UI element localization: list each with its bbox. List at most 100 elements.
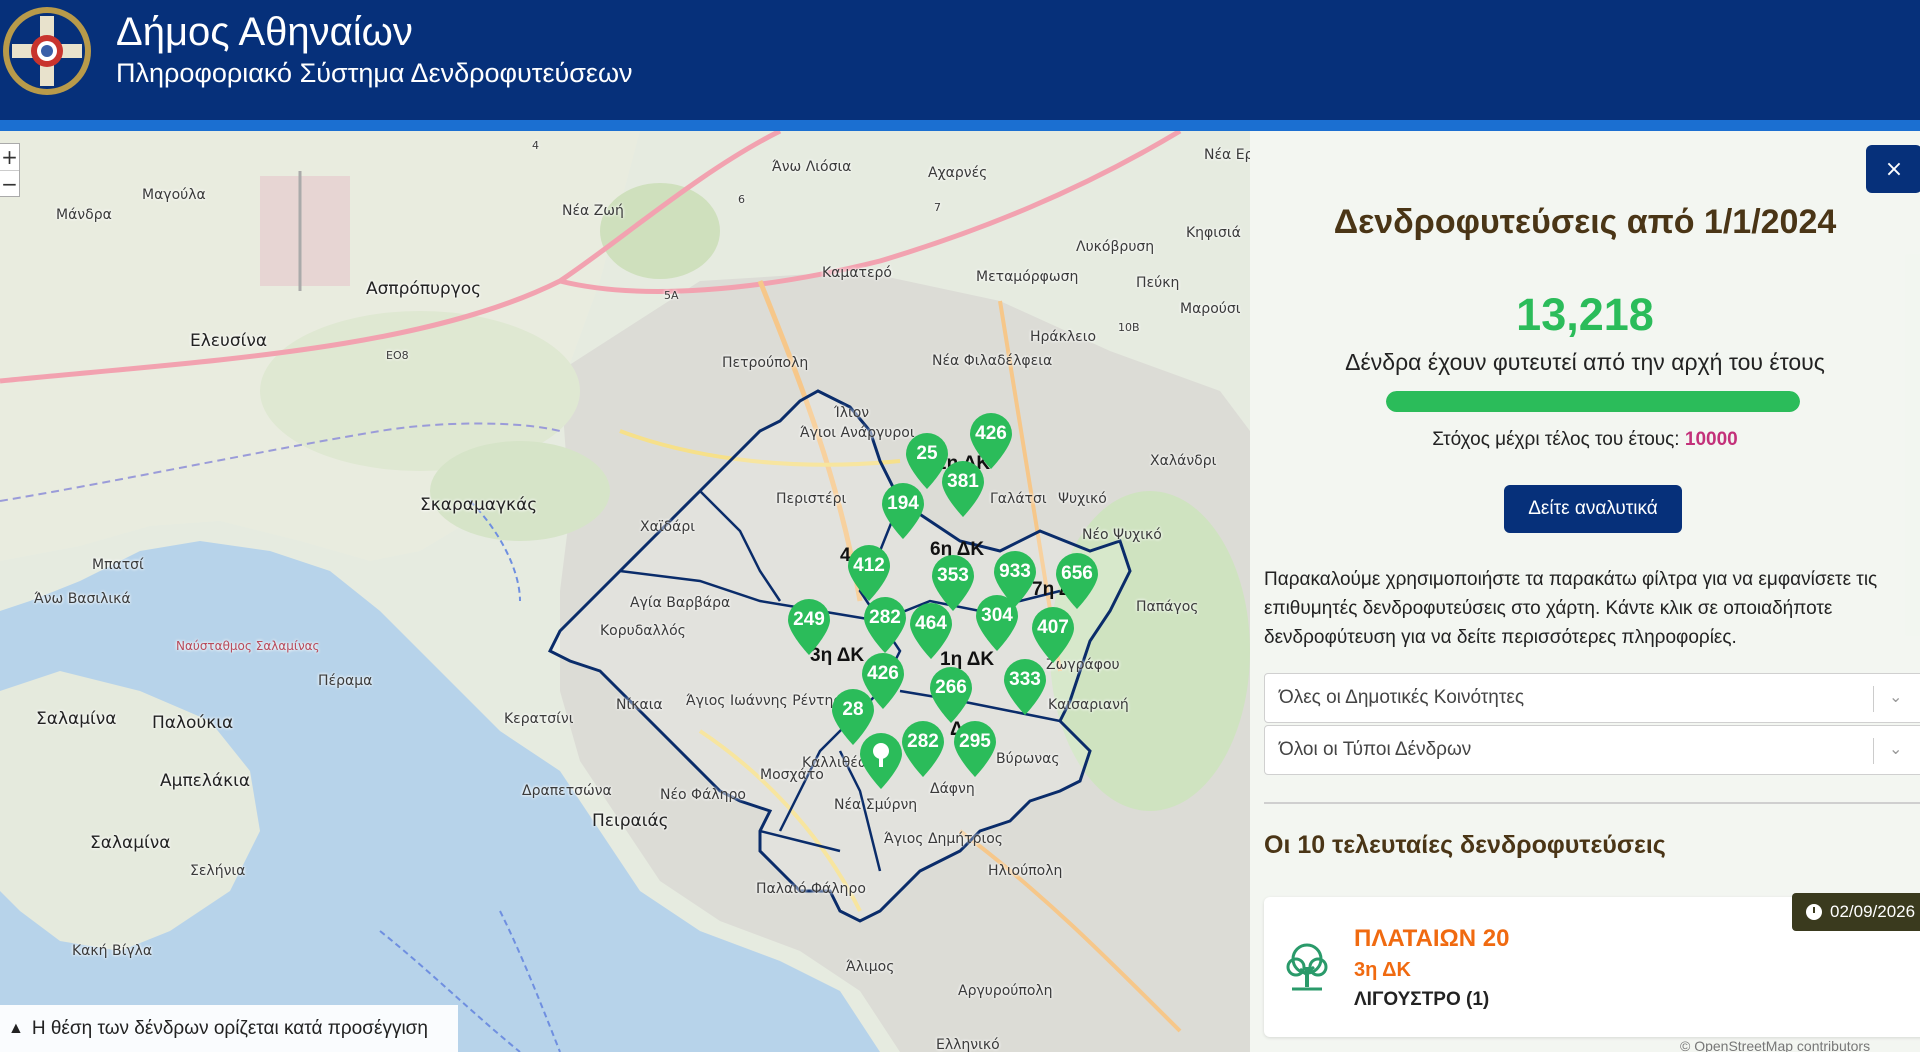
road-label: 10B — [1118, 321, 1140, 334]
chevron-down-icon: ⌄ — [1889, 687, 1903, 706]
planting-cluster-marker[interactable]: 412 — [846, 545, 892, 601]
target-progress-bar — [1386, 391, 1800, 412]
road-label: 7 — [934, 201, 941, 214]
place-label: Πεύκη — [1136, 275, 1180, 291]
community-filter-select[interactable]: Όλες οι Δημοτικές Κοινότητες ⌄ — [1264, 673, 1920, 723]
planting-cluster-marker[interactable]: 407 — [1030, 607, 1076, 663]
place-label: Παλαιό Φάληρο — [756, 881, 866, 897]
planting-tree-type: ΛΙΓΟΥΣΤΡΟ (1) — [1354, 989, 1490, 1010]
tree-count: 13,218 — [1516, 289, 1654, 340]
header-stripe — [0, 120, 1920, 131]
close-sidebar-button[interactable]: × — [1866, 145, 1920, 193]
place-label: Ναύσταθμος Σαλαμίνας — [176, 639, 320, 653]
tree-type-filter-select[interactable]: Όλοι οι Τύποι Δένδρων ⌄ — [1264, 725, 1920, 775]
community-filter-value: Όλες οι Δημοτικές Κοινότητες — [1279, 687, 1525, 708]
place-label: Πετρούπολη — [722, 355, 809, 371]
cluster-count: 426 — [975, 423, 1007, 444]
place-label: Ελευσίνα — [190, 331, 268, 351]
place-label: Ηλιούπολη — [988, 863, 1063, 879]
tree-marker[interactable] — [858, 733, 904, 789]
place-label: Μοσχάτο — [760, 767, 824, 783]
zoom-out-button[interactable]: − — [0, 170, 19, 196]
place-label: Δάφνη — [930, 781, 975, 797]
planting-cluster-marker[interactable]: 656 — [1054, 553, 1100, 609]
approximation-note: ▲ Η θέση των δένδρων ορίζεται κατά προσέ… — [0, 1005, 458, 1052]
place-label: Σαλαμίνα — [90, 833, 171, 853]
recent-plantings-title: Οι 10 τελευταίες δενδροφυτεύσεις — [1264, 831, 1666, 859]
place-label: Μάνδρα — [56, 207, 112, 223]
place-label: Κερατσίνι — [504, 711, 574, 727]
place-label: Καματερό — [822, 265, 892, 281]
place-label: Νέα Ζωή — [562, 203, 624, 219]
place-label: Περιστέρι — [776, 491, 847, 507]
app-header: Δήμος Αθηναίων Πληροφοριακό Σύστημα Δενδ… — [0, 0, 1920, 120]
place-label: Νέα Σμύρνη — [834, 797, 918, 813]
place-label: Νέο Ψυχικό — [1082, 527, 1162, 543]
planting-cluster-marker[interactable]: 194 — [880, 483, 926, 539]
select-separator — [1873, 686, 1874, 712]
place-label: Άνω Λιόσια — [772, 159, 852, 175]
target-progress-fill — [1386, 391, 1800, 412]
cluster-count: 381 — [947, 471, 979, 492]
planting-cluster-marker[interactable]: 249 — [786, 599, 832, 655]
planting-cluster-marker[interactable]: 381 — [940, 461, 986, 517]
zoom-in-button[interactable]: + — [0, 144, 19, 170]
cluster-count: 295 — [959, 731, 991, 752]
cluster-count: 282 — [907, 731, 939, 752]
place-label: Άνω Βασιλικά — [34, 591, 131, 607]
place-label: Άγιοι Ανάργυροι — [800, 425, 915, 441]
place-label: Χαλάνδρι — [1150, 453, 1217, 469]
target-line: Στόχος μέχρι τέλος του έτους: 10000 — [1250, 429, 1920, 451]
place-label: Σαλαμίνα — [36, 709, 117, 729]
planting-cluster-marker[interactable]: 304 — [974, 595, 1020, 651]
place-label: Νέα Ερ — [1204, 147, 1250, 163]
place-label: Αχαρνές — [928, 165, 988, 181]
chevron-down-icon: ⌄ — [1889, 739, 1903, 758]
place-label: Αμπελάκια — [160, 771, 251, 791]
cluster-count: 656 — [1061, 563, 1093, 584]
place-label: Μαγούλα — [142, 187, 206, 203]
place-label: Ηράκλειο — [1030, 329, 1097, 345]
filter-help-text: Παρακαλούμε χρησιμοποιήστε τα παρακάτω φ… — [1264, 569, 1878, 648]
road-label: 5A — [664, 289, 679, 302]
place-label: Λυκόβρυση — [1076, 239, 1155, 255]
place-label: Βύρωνας — [996, 751, 1060, 767]
place-label: Ελληνικό — [936, 1037, 1000, 1052]
stats-sidebar: × Δενδροφυτεύσεις από 1/1/2024 13,218 Δέ… — [1250, 131, 1920, 1052]
planting-cluster-marker[interactable]: 282 — [862, 597, 908, 653]
select-separator — [1873, 738, 1874, 764]
planting-cluster-marker[interactable]: 266 — [928, 667, 974, 723]
road-label: 4 — [532, 139, 539, 152]
page-title: Δήμος Αθηναίων — [116, 10, 413, 54]
planting-cluster-marker[interactable]: 282 — [900, 721, 946, 777]
planting-cluster-marker[interactable]: 464 — [908, 603, 954, 659]
view-details-button[interactable]: Δείτε αναλυτικά — [1504, 485, 1682, 533]
place-label: Αργυρούπολη — [958, 983, 1053, 999]
place-label: Κακή Βίγλα — [72, 943, 153, 959]
target-value: 10000 — [1684, 429, 1738, 450]
cluster-count: 933 — [999, 561, 1031, 582]
map-attribution: © OpenStreetMap contributors — [1680, 1038, 1871, 1052]
recent-planting-card[interactable]: ΠΛΑΤΑΙΩΝ 20 3η ΔΚ ΛΙΓΟΥΣΤΡΟ (1) 02/09/20… — [1264, 893, 1920, 1037]
section-divider — [1264, 802, 1920, 804]
place-label: Μεταμόρφωση — [976, 269, 1079, 285]
place-label: Γαλάτσι — [990, 491, 1047, 507]
target-label: Στόχος μέχρι τέλος του έτους: — [1432, 429, 1680, 450]
place-label: Καισαριανή — [1048, 697, 1129, 713]
place-label: Παλούκια — [152, 713, 234, 733]
cluster-count: 194 — [887, 493, 919, 514]
cluster-count: 28 — [842, 699, 864, 720]
place-label: Χαϊδάρι — [640, 519, 695, 535]
planting-cluster-marker[interactable]: 295 — [952, 721, 998, 777]
place-label: Νέα Φιλαδέλφεια — [932, 353, 1053, 369]
planting-cluster-marker[interactable]: 333 — [1002, 659, 1048, 715]
municipality-logo — [3, 7, 91, 95]
cluster-count: 304 — [981, 605, 1013, 626]
tree-type-filter-value: Όλοι οι Τύποι Δένδρων — [1279, 739, 1472, 760]
place-label: Κορυδαλλός — [600, 623, 686, 639]
sidebar-title: Δενδροφυτεύσεις από 1/1/2024 — [1333, 203, 1837, 241]
planting-street: ΠΛΑΤΑΙΩΝ 20 — [1354, 925, 1510, 952]
cluster-count: 266 — [935, 677, 967, 698]
map-view[interactable]: + − Μαγούλα Μάνδρα Ασπρόπυργος Ελευσίνα … — [0, 131, 1250, 1052]
place-label: Κηφισιά — [1186, 225, 1241, 241]
